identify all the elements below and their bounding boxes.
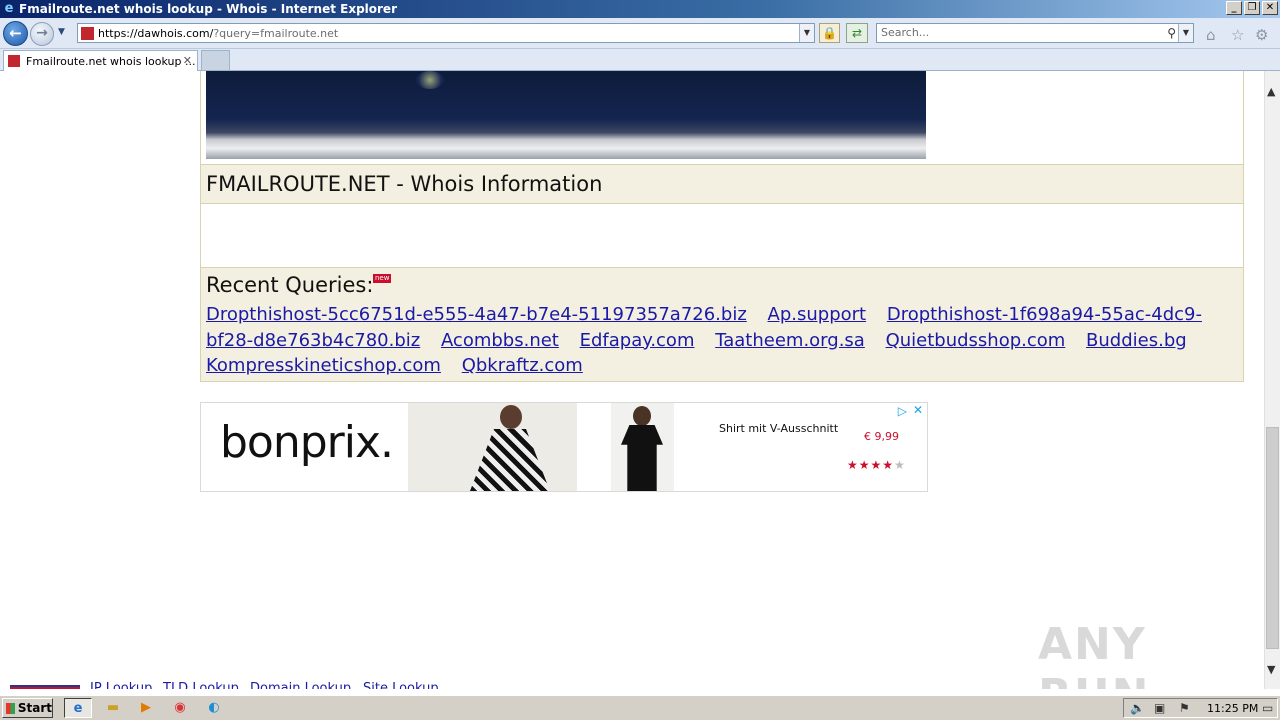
recent-query-link[interactable]: Taatheem.org.sa	[715, 330, 865, 351]
window-title: Fmailroute.net whois lookup - Whois - In…	[19, 2, 397, 16]
explorer-taskbar-icon[interactable]: ▬	[99, 698, 127, 718]
scroll-up-icon[interactable]: ▲	[1267, 85, 1275, 98]
ad-banner[interactable]: bonprix. Shirt mit V-Ausschnitt € 9,99 ★…	[200, 402, 928, 492]
lock-icon[interactable]: 🔒	[819, 23, 840, 43]
new-tab-button[interactable]	[201, 50, 230, 71]
restore-button[interactable]: ❐	[1244, 1, 1260, 15]
recent-query-link[interactable]: Ap.support	[768, 304, 867, 325]
show-desktop-icon[interactable]: ▭	[1262, 701, 1273, 715]
star-filled-icon: ★	[870, 458, 883, 472]
new-badge: new	[373, 274, 392, 283]
whois-info-box	[200, 203, 1244, 268]
footer-link[interactable]: IP Lookup	[90, 681, 152, 689]
ad-rating-stars: ★★★★★	[847, 458, 906, 472]
header-banner-image	[206, 71, 926, 159]
search-input[interactable]: Search... ⚲ ▼	[876, 23, 1194, 43]
star-filled-icon: ★	[882, 458, 895, 472]
vertical-scrollbar[interactable]: ▲ ▼	[1264, 71, 1280, 689]
refresh-icon[interactable]: ⇄	[846, 23, 868, 43]
whois-header-box: FMAILROUTE.NET - Whois Information	[200, 164, 1244, 204]
adchoices-icon[interactable]: ▷	[898, 404, 907, 418]
page-viewport: FMAILROUTE.NET - Whois Information Recen…	[0, 71, 1264, 689]
recent-query-link[interactable]: Qbkraftz.com	[462, 355, 583, 376]
recent-query-link[interactable]: Dropthishost-5cc6751d-e555-4a47-b7e4-511…	[206, 304, 747, 325]
address-dropdown-icon[interactable]: ▼	[799, 24, 814, 42]
scroll-thumb[interactable]	[1266, 427, 1279, 649]
tab-favicon-icon	[8, 55, 20, 67]
start-button[interactable]: Start	[2, 698, 53, 718]
history-dropdown-icon[interactable]: ▼	[58, 27, 65, 37]
recent-query-link[interactable]: Edfapay.com	[580, 330, 695, 351]
ad-product-price: € 9,99	[864, 430, 899, 443]
recent-query-link[interactable]: Kompresskineticshop.com	[206, 355, 441, 376]
footer-strip: IP Lookup TLD Lookup Domain Lookup Site …	[0, 677, 1264, 689]
close-window-button[interactable]: ✕	[1262, 1, 1278, 15]
recent-query-link[interactable]: Quietbudsshop.com	[886, 330, 1066, 351]
chrome-taskbar-icon[interactable]: ◉	[166, 698, 194, 718]
footer-link[interactable]: Site Lookup	[363, 681, 439, 689]
footer-link[interactable]: Domain Lookup	[250, 681, 351, 689]
ad-product-title[interactable]: Shirt mit V-Ausschnitt	[719, 422, 838, 435]
footer-link[interactable]: TLD Lookup	[163, 681, 239, 689]
window-title-bar: e Fmailroute.net whois lookup - Whois - …	[0, 0, 1280, 18]
url-query: ?query=fmailroute.net	[213, 26, 339, 40]
search-icon[interactable]: ⚲	[1167, 24, 1176, 42]
recent-queries-title: Recent Queries:	[206, 273, 374, 297]
ie-logo-icon: e	[4, 1, 14, 16]
search-placeholder: Search...	[881, 26, 930, 39]
ad-product-photo-2[interactable]	[611, 403, 674, 491]
settings-gear-icon[interactable]: ⚙	[1255, 26, 1268, 44]
flag-icon	[10, 685, 80, 689]
recent-query-link[interactable]: Acombbs.net	[441, 330, 559, 351]
network-icon[interactable]: ▣	[1154, 701, 1165, 715]
tab-label: Fmailroute.net whois lookup ...	[26, 54, 196, 68]
site-favicon-icon	[81, 26, 94, 40]
forward-button[interactable]: →	[30, 22, 54, 46]
address-bar[interactable]: https://dawhois.com/ ?query=fmailroute.n…	[77, 23, 815, 43]
ad-brand-logo: bonprix.	[220, 417, 394, 468]
recent-queries-list: Dropthishost-5cc6751d-e555-4a47-b7e4-511…	[206, 302, 1226, 379]
star-filled-icon: ★	[847, 458, 859, 472]
tab-row: Fmailroute.net whois lookup ... ✕	[0, 49, 1280, 71]
scroll-down-icon[interactable]: ▼	[1267, 663, 1275, 676]
windows-logo-icon	[6, 702, 15, 714]
navigation-bar: ← → ▼ https://dawhois.com/ ?query=fmailr…	[0, 18, 1280, 49]
volume-icon[interactable]: 🔈	[1130, 701, 1145, 715]
taskbar: Start e ▬ ▶ ◉ ◐ 🔈 ▣ ⚑ 11:25 PM ▭	[0, 695, 1280, 720]
star-empty-icon: ★	[894, 458, 906, 472]
banner-landmass	[416, 71, 444, 89]
search-dropdown-icon[interactable]: ▼	[1178, 24, 1193, 42]
back-button[interactable]: ←	[3, 21, 28, 46]
tab-active[interactable]: Fmailroute.net whois lookup ... ✕	[3, 50, 198, 71]
edge-taskbar-icon[interactable]: ◐	[200, 698, 228, 718]
ad-close-icon[interactable]: ✕	[913, 403, 923, 417]
home-icon[interactable]: ⌂	[1206, 26, 1216, 44]
ad-product-photo-1[interactable]	[408, 403, 577, 491]
media-player-taskbar-icon[interactable]: ▶	[132, 698, 160, 718]
url-domain: https://dawhois.com/	[98, 26, 214, 40]
star-filled-icon: ★	[858, 458, 871, 472]
start-label: Start	[17, 701, 52, 715]
action-center-flag-icon[interactable]: ⚑	[1179, 701, 1190, 715]
favorites-star-icon[interactable]: ☆	[1231, 26, 1244, 44]
page-title: FMAILROUTE.NET - Whois Information	[206, 172, 603, 196]
recent-query-link[interactable]: Buddies.bg	[1086, 330, 1187, 351]
clock[interactable]: 11:25 PM	[1207, 702, 1258, 715]
minimize-button[interactable]: _	[1226, 1, 1242, 15]
recent-queries-box: Recent Queries: new Dropthishost-5cc6751…	[200, 267, 1244, 382]
ie-taskbar-icon[interactable]: e	[64, 698, 92, 718]
system-tray: 🔈 ▣ ⚑ 11:25 PM ▭	[1123, 698, 1278, 718]
tab-close-icon[interactable]: ✕	[183, 54, 192, 67]
